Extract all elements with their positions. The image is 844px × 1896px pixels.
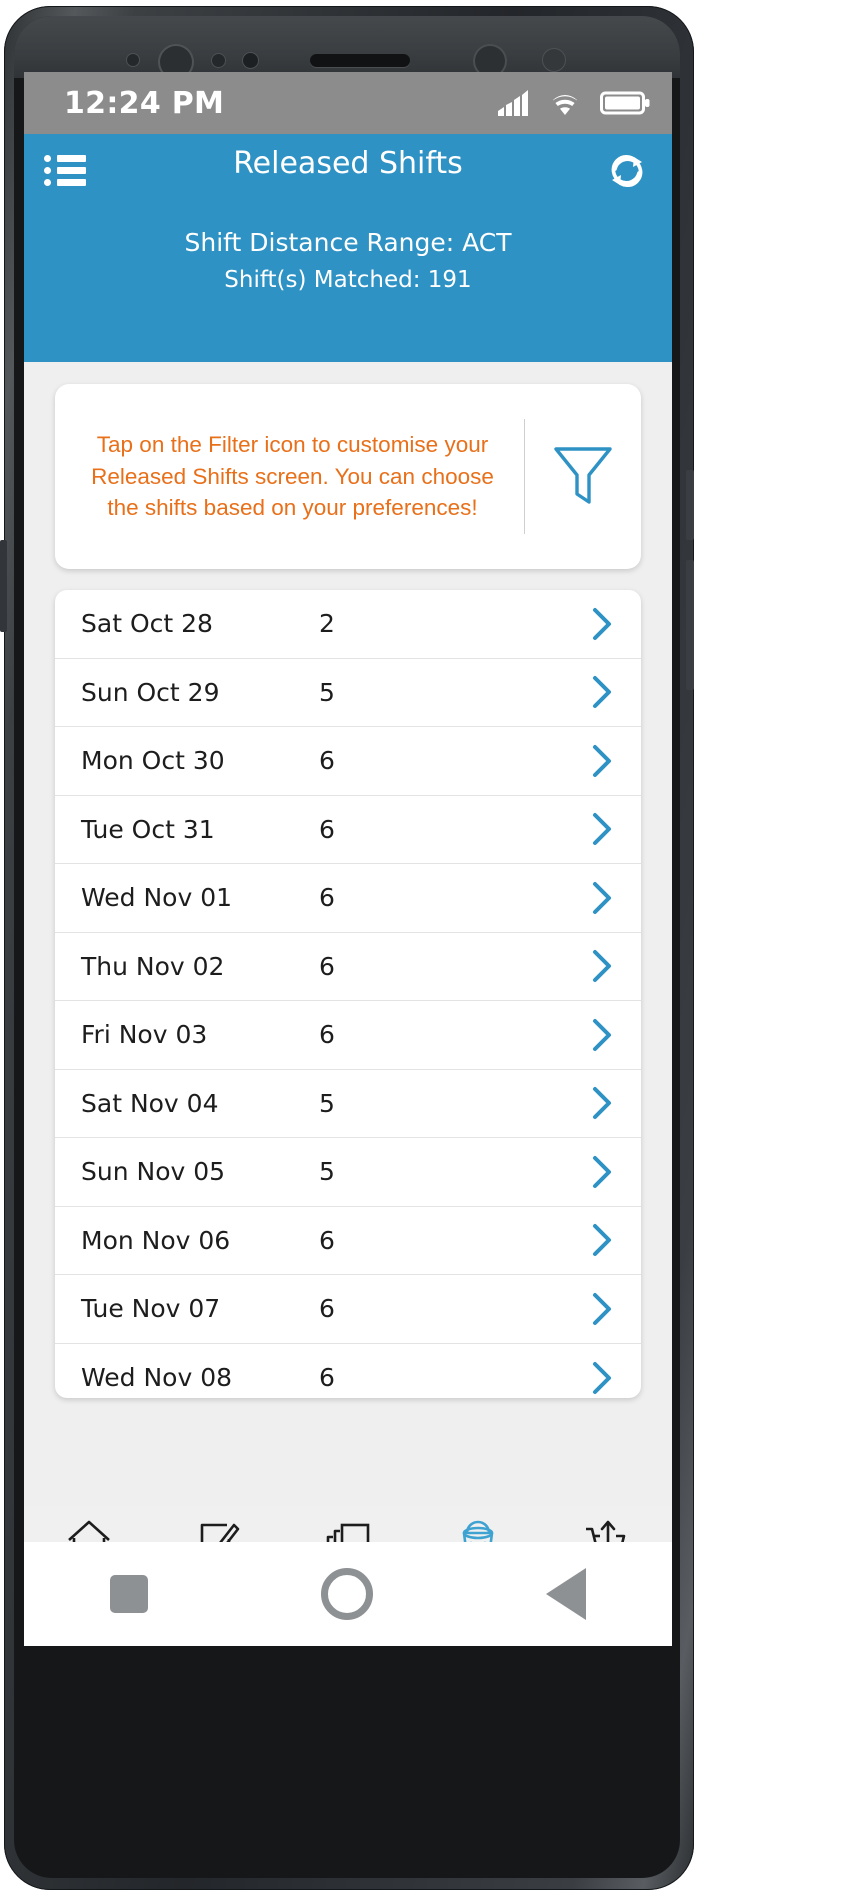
table-row[interactable]: Sun Oct 29 5 — [55, 659, 641, 727]
row-date: Sun Oct 29 — [81, 677, 220, 707]
power-button[interactable] — [686, 560, 694, 690]
row-date: Mon Nov 06 — [81, 1225, 231, 1255]
row-count: 6 — [319, 1363, 335, 1393]
row-count: 5 — [319, 677, 335, 707]
filter-funnel-icon[interactable] — [525, 444, 641, 510]
phone-screen: 12:24 PM Released Shifts Shift Distance … — [24, 72, 672, 1542]
square-recents-icon[interactable] — [110, 1575, 149, 1613]
sensor-dot-icon — [127, 54, 139, 66]
chevron-right-icon[interactable] — [563, 949, 641, 983]
row-count: 5 — [319, 1088, 335, 1118]
row-date: Fri Nov 03 — [81, 1020, 208, 1050]
circle-home-icon[interactable] — [320, 1568, 373, 1620]
chevron-right-icon[interactable] — [563, 1292, 641, 1326]
status-bar-clock: 12:24 PM — [64, 85, 225, 121]
wifi-icon — [546, 89, 584, 115]
cart-upload-icon — [583, 1519, 631, 1542]
edit-note-icon — [196, 1519, 240, 1542]
bottom-tab-bar: Dashboard Availability — [24, 1506, 672, 1542]
table-row[interactable]: Sat Nov 04 5 — [55, 1070, 641, 1138]
table-row[interactable]: Sat Oct 28 2 — [55, 590, 641, 659]
earpiece-speaker — [310, 54, 410, 67]
app-bar: Released Shifts Shift Distance Range: AC… — [24, 134, 672, 362]
table-row[interactable]: Wed Nov 01 6 — [55, 864, 641, 933]
screenshot-root: 12:24 PM Released Shifts Shift Distance … — [0, 0, 844, 1896]
home-icon — [66, 1519, 112, 1542]
row-count: 6 — [319, 1225, 335, 1255]
triangle-back-icon[interactable] — [545, 1568, 586, 1620]
chevron-right-icon[interactable] — [563, 812, 641, 846]
chevron-right-icon[interactable] — [563, 881, 641, 915]
table-row[interactable]: Tue Oct 31 6 — [55, 796, 641, 864]
row-count: 6 — [319, 883, 335, 913]
hamburger-list-icon[interactable] — [44, 154, 86, 188]
sensor-dot-icon — [212, 54, 225, 67]
row-count: 2 — [319, 609, 335, 639]
row-count: 6 — [319, 814, 335, 844]
table-row[interactable]: Thu Nov 02 6 — [55, 933, 641, 1001]
shift-list: Sat Oct 28 2 Sun Oct 29 5 Mon Oct 30 6 T… — [55, 590, 641, 1398]
copy-layers-icon — [324, 1519, 372, 1542]
tab-released[interactable]: Released — [413, 1519, 543, 1542]
page-title: Released Shifts — [233, 146, 463, 181]
battery-icon — [600, 91, 650, 115]
table-row[interactable]: Tue Nov 07 6 — [55, 1275, 641, 1344]
row-date: Sun Nov 05 — [81, 1157, 226, 1187]
status-bar: 12:24 PM — [24, 72, 672, 134]
row-count: 5 — [319, 1157, 335, 1187]
row-date: Thu Nov 02 — [81, 951, 225, 981]
table-row[interactable]: Mon Nov 06 6 — [55, 1207, 641, 1275]
refresh-icon[interactable] — [606, 150, 648, 192]
system-navigation-bar — [24, 1542, 672, 1646]
table-row[interactable]: Mon Oct 30 6 — [55, 727, 641, 796]
side-button-left[interactable] — [0, 540, 7, 632]
content-area: Tap on the Filter icon to customise your… — [24, 362, 672, 1506]
table-row[interactable]: Wed Nov 08 6 — [55, 1344, 641, 1399]
row-count: 6 — [319, 1020, 335, 1050]
tab-availability[interactable]: Availability — [154, 1519, 284, 1542]
chevron-right-icon[interactable] — [563, 1018, 641, 1052]
row-count: 6 — [319, 1294, 335, 1324]
phone-sensor-strip — [14, 16, 680, 78]
table-row[interactable]: Sun Nov 05 5 — [55, 1138, 641, 1207]
row-date: Tue Oct 31 — [81, 814, 215, 844]
row-date: Sat Oct 28 — [81, 609, 213, 639]
row-count: 6 — [319, 746, 335, 776]
chevron-right-icon[interactable] — [563, 1086, 641, 1120]
tab-my-shifts[interactable]: My Shifts — [283, 1519, 413, 1542]
chevron-right-icon[interactable] — [563, 1361, 641, 1395]
chevron-right-icon[interactable] — [563, 607, 641, 641]
sensor-dot-icon — [543, 49, 565, 71]
paint-bucket-icon — [456, 1519, 500, 1542]
signal-icon — [498, 90, 528, 116]
sensor-dot-icon — [243, 53, 258, 68]
chevron-right-icon[interactable] — [563, 675, 641, 709]
row-date: Wed Nov 01 — [81, 883, 233, 913]
chevron-right-icon[interactable] — [563, 744, 641, 778]
row-date: Wed Nov 08 — [81, 1363, 233, 1393]
row-date: Mon Oct 30 — [81, 746, 225, 776]
chevron-right-icon[interactable] — [563, 1223, 641, 1257]
table-row[interactable]: Fri Nov 03 6 — [55, 1001, 641, 1070]
tab-timesheets[interactable]: Timesheets — [542, 1519, 672, 1542]
chevron-right-icon[interactable] — [563, 1155, 641, 1189]
filter-hint-card: Tap on the Filter icon to customise your… — [55, 384, 641, 569]
volume-button[interactable] — [686, 470, 694, 540]
shift-distance-range: Shift Distance Range: ACT — [184, 228, 512, 257]
filter-hint-text: Tap on the Filter icon to customise your… — [91, 431, 494, 521]
row-count: 6 — [319, 951, 335, 981]
shifts-matched-count: Shift(s) Matched: 191 — [224, 267, 472, 293]
tab-dashboard[interactable]: Dashboard — [24, 1519, 154, 1542]
row-date: Sat Nov 04 — [81, 1088, 219, 1118]
row-date: Tue Nov 07 — [81, 1294, 221, 1324]
status-bar-icons — [496, 89, 650, 117]
